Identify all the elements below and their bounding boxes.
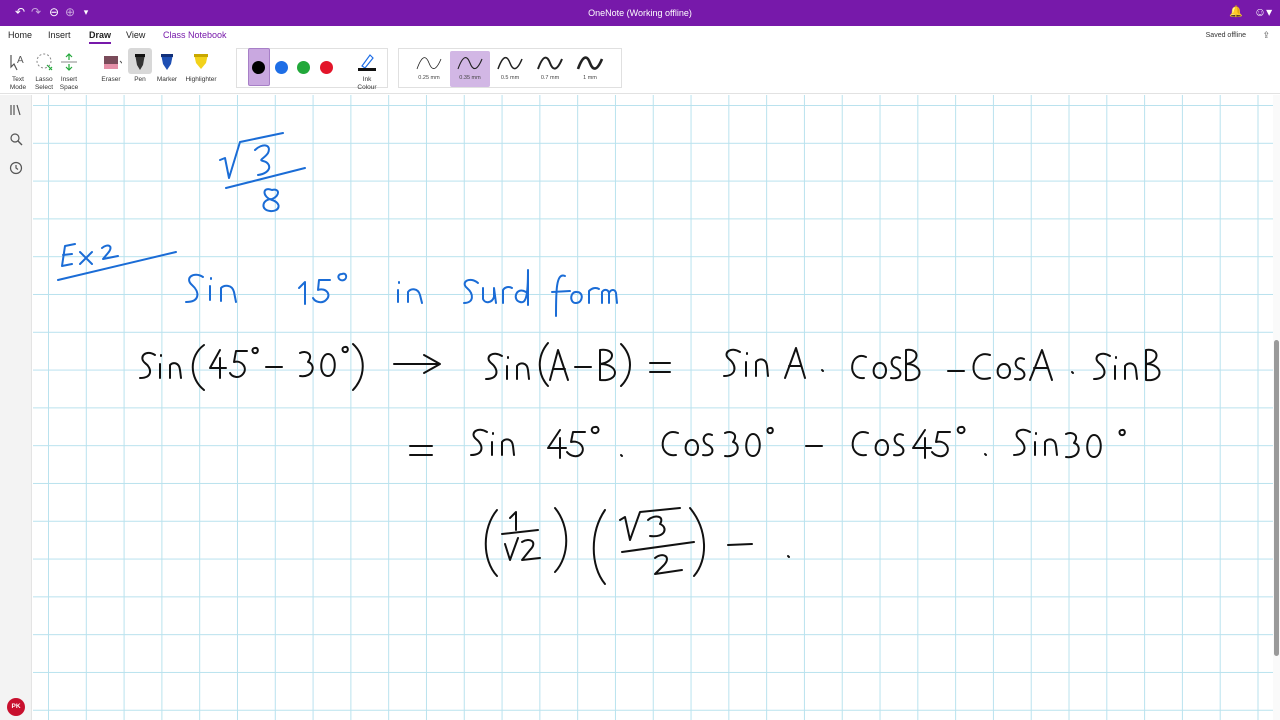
note-canvas-grid[interactable] — [33, 95, 1273, 720]
notification-bell-icon[interactable]: 🔔 — [1228, 4, 1244, 20]
color-swatch-red[interactable] — [320, 61, 333, 74]
navigation-rail — [0, 95, 32, 720]
stroke-0-35-icon — [457, 57, 483, 70]
stroke-1mm-icon — [576, 56, 604, 70]
thickness-group: 0.25 mm 0.35 mm 0.5 mm 0.7 mm 1 mm — [398, 48, 622, 88]
lasso-select-button[interactable]: Lasso Select — [31, 50, 57, 92]
highlighter-icon — [194, 54, 208, 69]
share-icon[interactable]: ⇪ — [1262, 30, 1270, 41]
scrollbar-thumb[interactable] — [1274, 340, 1279, 656]
pen-button[interactable]: Pen — [126, 50, 154, 84]
ribbon-tabs: Home Insert Draw View Class Notebook Sav… — [0, 26, 1280, 44]
title-bar: ↶ ↷ ⊖ ⊕ ▾ OneNote (Working offline) 🔔 ☺▾ — [0, 0, 1280, 26]
window-title: OneNote (Working offline) — [588, 8, 692, 18]
feedback-smiley-icon[interactable]: ☺▾ — [1252, 4, 1274, 20]
marker-icon — [161, 54, 173, 70]
tab-view[interactable]: View — [126, 28, 145, 42]
insert-space-button[interactable]: Insert Space — [56, 50, 82, 92]
tab-home[interactable]: Home — [8, 28, 32, 42]
marker-button[interactable]: Marker — [153, 50, 181, 84]
search-icon[interactable] — [8, 132, 24, 148]
insert-space-icon — [61, 53, 77, 71]
color-swatch-blue[interactable] — [275, 61, 288, 74]
text-cursor-icon: A — [10, 55, 24, 71]
stroke-0-7-icon — [537, 56, 563, 70]
ink-colour-button[interactable]: Ink Colour — [350, 50, 384, 92]
notebooks-icon[interactable] — [8, 103, 24, 119]
highlighter-button[interactable]: Highlighter — [182, 50, 220, 84]
lasso-icon — [36, 53, 53, 71]
pen-icon — [135, 54, 145, 70]
stroke-0-5-icon — [497, 56, 523, 70]
ink-colour-icon — [358, 54, 376, 71]
thickness-0-25mm[interactable]: 0.25 mm — [409, 51, 449, 87]
thickness-0-35mm[interactable]: 0.35 mm — [450, 51, 490, 87]
tab-insert[interactable]: Insert — [48, 28, 71, 42]
eraser-button[interactable]: Eraser — [96, 50, 126, 84]
recent-clock-icon[interactable] — [8, 161, 24, 177]
eraser-icon — [104, 56, 122, 69]
saved-status: Saved offline — [1205, 32, 1246, 39]
thickness-0-5mm[interactable]: 0.5 mm — [490, 51, 530, 87]
tab-class-notebook[interactable]: Class Notebook — [163, 28, 227, 42]
text-mode-button[interactable]: A Text Mode — [4, 50, 32, 92]
thickness-0-7mm[interactable]: 0.7 mm — [530, 51, 570, 87]
thin-stroke-icon — [416, 57, 442, 70]
tab-draw[interactable]: Draw — [89, 28, 112, 44]
color-swatch-green[interactable] — [297, 61, 310, 74]
color-swatch-black[interactable] — [252, 61, 265, 74]
thickness-1mm[interactable]: 1 mm — [570, 51, 610, 87]
svg-text:A: A — [17, 55, 24, 66]
avatar[interactable]: PK — [7, 698, 25, 716]
